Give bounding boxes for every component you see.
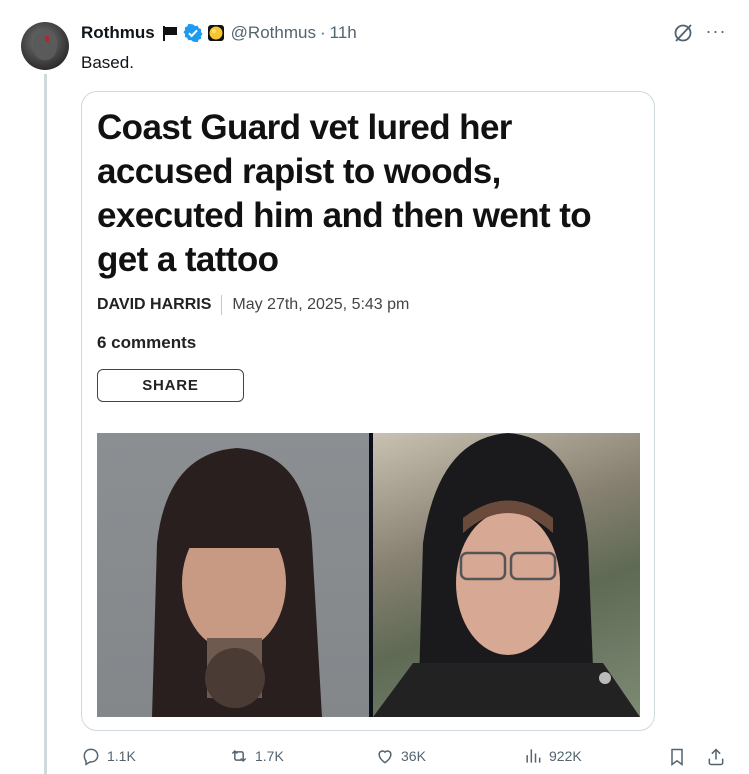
views-count: 922K <box>549 748 582 764</box>
like-icon <box>378 750 392 764</box>
tweet-text: Based. <box>81 53 134 72</box>
like-count: 36K <box>401 748 426 764</box>
affiliate-badge-icon[interactable] <box>207 24 225 42</box>
author-name[interactable]: Rothmus <box>81 23 155 43</box>
repost-icon <box>231 749 247 763</box>
separator-dot: · <box>319 23 326 42</box>
repost-action[interactable]: 1.7K <box>229 746 284 766</box>
avatar[interactable] <box>21 22 69 70</box>
article-card[interactable]: Coast Guard vet lured her accused rapist… <box>81 91 655 731</box>
tweet-time[interactable]: 11h <box>330 23 357 43</box>
author-handle[interactable]: @Rothmus <box>231 23 316 43</box>
article-share-button: SHARE <box>97 369 244 402</box>
views-icon <box>526 749 541 763</box>
article-headline: Coast Guard vet lured her accused rapist… <box>97 108 592 279</box>
avatar-accent <box>45 36 49 42</box>
reply-count: 1.1K <box>107 748 136 764</box>
reply-icon <box>83 748 99 766</box>
repost-count: 1.7K <box>255 748 284 764</box>
article-byline: DAVID HARRIS May 27th, 2025, 5:43 pm <box>97 295 409 315</box>
reply-action[interactable]: 1.1K <box>81 746 136 766</box>
like-action[interactable]: 36K <box>375 746 426 766</box>
more-icon[interactable]: ··· <box>705 22 727 44</box>
grok-icon[interactable] <box>672 22 694 44</box>
thread-line <box>44 74 47 774</box>
photo-man-graphic <box>373 433 640 717</box>
byline-divider <box>221 295 223 315</box>
verified-icon[interactable] <box>183 23 203 43</box>
action-bar: 1.1K 1.7K 36K 922K <box>81 746 731 772</box>
photo-woman <box>97 433 369 717</box>
bookmark-icon[interactable] <box>667 747 687 767</box>
tweet-header: Rothmus @Rothmus · 11h <box>81 22 357 44</box>
photo-man <box>373 433 640 717</box>
flag-icon <box>162 26 177 41</box>
article-date: May 27th, 2025, 5:43 pm <box>232 296 410 313</box>
avatar-face <box>33 30 57 60</box>
article-comments: 6 comments <box>97 333 197 352</box>
share-icon[interactable] <box>706 747 726 767</box>
views-action[interactable]: 922K <box>523 746 582 766</box>
photo-woman-graphic <box>152 448 322 717</box>
article-author: DAVID HARRIS <box>97 296 212 313</box>
